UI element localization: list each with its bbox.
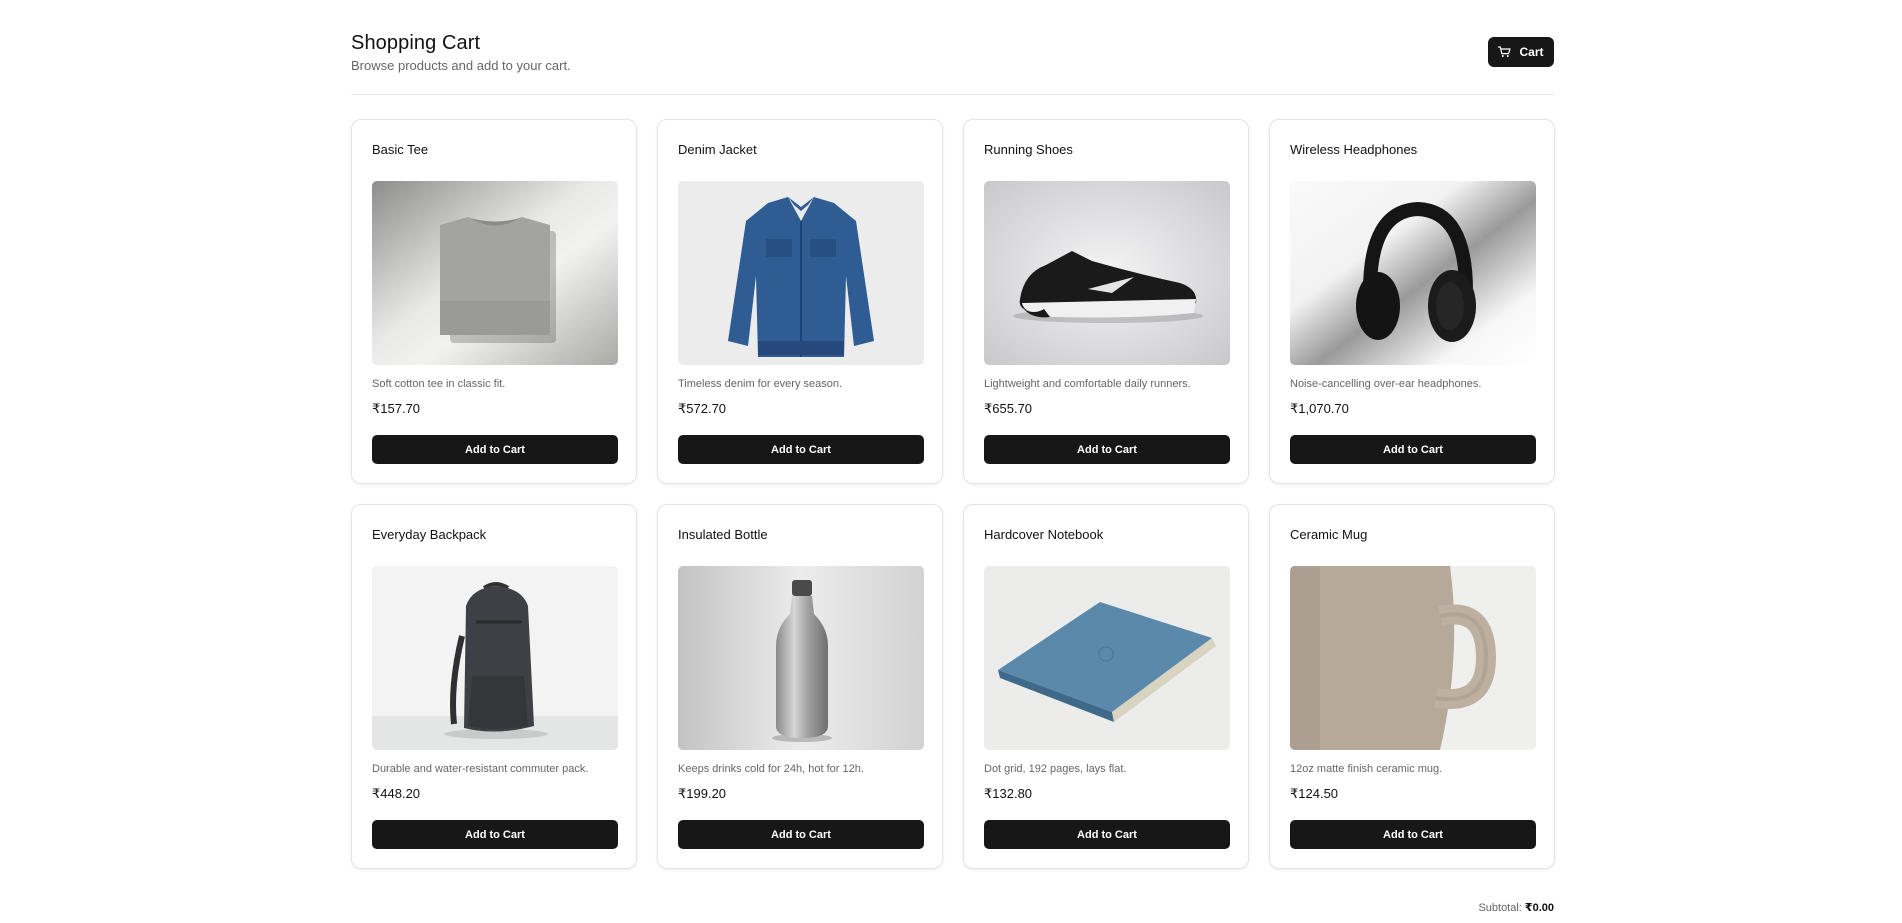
product-name: Ceramic Mug	[1290, 527, 1368, 542]
product-card-insulated-bottle: Insulated Bottle Keeps drinks cold for 2…	[657, 504, 943, 869]
product-image-jacket	[678, 181, 924, 365]
product-description: Dot grid, 192 pages, lays flat.	[984, 763, 1127, 775]
product-price: ₹132.80	[984, 786, 1033, 801]
product-grid: Basic Tee Soft cotton tee in classic fit…	[351, 119, 1555, 869]
product-description: Durable and water-resistant commuter pac…	[372, 763, 589, 775]
product-card-wireless-headphones: Wireless Headphones Noise-cancelling ove…	[1269, 119, 1555, 484]
page-header: Shopping Cart Browse products and add to…	[351, 0, 1554, 95]
product-price: ₹572.70	[678, 401, 727, 416]
subtotal: Subtotal: ₹0.00	[1478, 901, 1554, 914]
product-description: Lightweight and comfortable daily runner…	[984, 378, 1191, 390]
product-price: ₹124.50	[1290, 786, 1339, 801]
cart-icon	[1498, 46, 1512, 58]
cart-button[interactable]: Cart	[1488, 37, 1554, 67]
product-price: ₹655.70	[984, 401, 1033, 416]
main-container: Shopping Cart Browse products and add to…	[351, 0, 1555, 914]
product-description: Timeless denim for every season.	[678, 378, 843, 390]
product-card-everyday-backpack: Everyday Backpack Durable and water-resi…	[351, 504, 637, 869]
subtotal-label: Subtotal:	[1478, 902, 1522, 914]
add-to-cart-button[interactable]: Add to Cart	[678, 820, 924, 849]
add-to-cart-button[interactable]: Add to Cart	[984, 435, 1230, 464]
product-description: 12oz matte finish ceramic mug.	[1290, 763, 1443, 775]
product-card-basic-tee: Basic Tee Soft cotton tee in classic fit…	[351, 119, 637, 484]
add-to-cart-button[interactable]: Add to Cart	[984, 820, 1230, 849]
product-price: ₹157.70	[372, 401, 421, 416]
product-image-tee	[372, 181, 618, 365]
product-image-mug	[1290, 566, 1536, 750]
add-to-cart-button[interactable]: Add to Cart	[372, 435, 618, 464]
product-card-ceramic-mug: Ceramic Mug 12oz matte finish ceramic mu…	[1269, 504, 1555, 869]
page: Shopping Cart Browse products and add to…	[0, 0, 1902, 923]
product-image-notebook	[984, 566, 1230, 750]
product-name: Running Shoes	[984, 142, 1073, 157]
product-image-shoe	[984, 181, 1230, 365]
subtotal-value: ₹0.00	[1524, 902, 1554, 914]
product-image-bottle	[678, 566, 924, 750]
product-name: Wireless Headphones	[1290, 142, 1418, 157]
add-to-cart-button[interactable]: Add to Cart	[1290, 820, 1536, 849]
product-name: Insulated Bottle	[678, 527, 768, 542]
product-image-backpack	[372, 566, 618, 750]
product-name: Denim Jacket	[678, 142, 757, 157]
product-card-running-shoes: Running Shoes Lightweight and comfortabl…	[963, 119, 1249, 484]
product-price: ₹1,070.70	[1290, 401, 1349, 416]
product-description: Keeps drinks cold for 24h, hot for 12h.	[678, 763, 864, 775]
page-subtitle: Browse products and add to your cart.	[351, 58, 571, 73]
add-to-cart-button[interactable]: Add to Cart	[1290, 435, 1536, 464]
product-card-denim-jacket: Denim Jacket Timeless denim for every se…	[657, 119, 943, 484]
product-description: Soft cotton tee in classic fit.	[372, 378, 506, 390]
product-price: ₹448.20	[372, 786, 421, 801]
add-to-cart-button[interactable]: Add to Cart	[678, 435, 924, 464]
cart-button-label: Cart	[1519, 45, 1544, 59]
product-card-hardcover-notebook: Hardcover Notebook Dot grid, 192 pages, …	[963, 504, 1249, 869]
product-name: Basic Tee	[372, 142, 429, 157]
page-title: Shopping Cart	[351, 32, 481, 54]
product-description: Noise-cancelling over-ear headphones.	[1290, 378, 1482, 390]
product-name: Hardcover Notebook	[984, 527, 1104, 542]
product-name: Everyday Backpack	[372, 527, 487, 542]
product-price: ₹199.20	[678, 786, 727, 801]
add-to-cart-button[interactable]: Add to Cart	[372, 820, 618, 849]
product-image-headphones	[1290, 181, 1536, 365]
